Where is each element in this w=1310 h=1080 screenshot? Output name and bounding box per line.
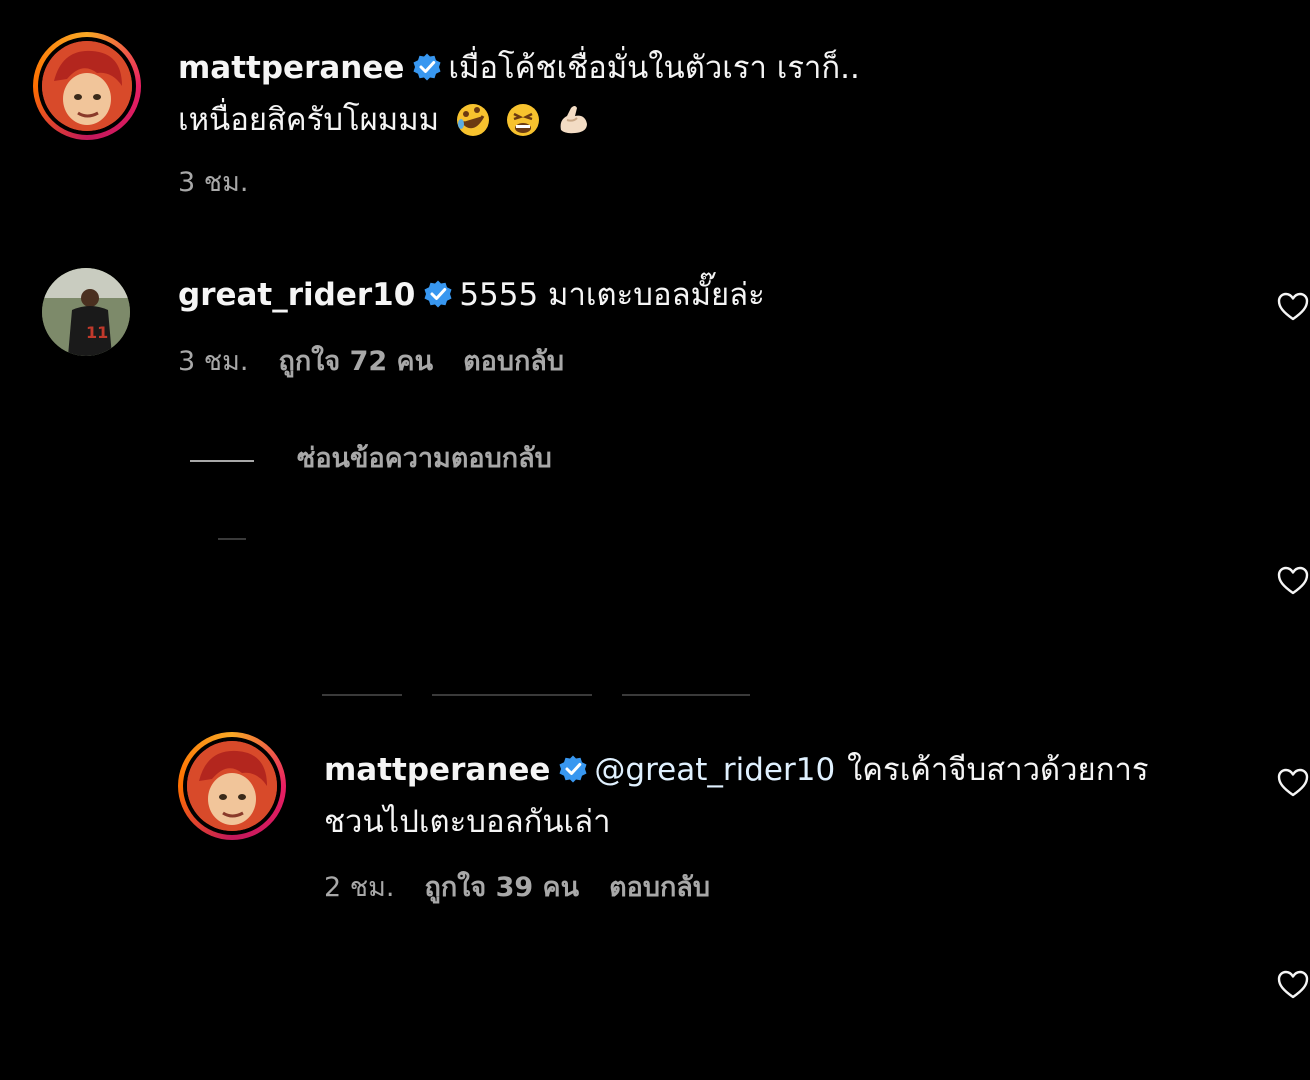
like-heart-icon[interactable] [1277, 566, 1309, 596]
comment-text-line1: mattperanee เมื่อโค้ชเชื่อมั่นในตัวเรา เร… [178, 48, 860, 88]
mention-link[interactable]: @great_rider10 [594, 752, 835, 788]
avatar [42, 41, 132, 131]
like-heart-icon[interactable] [1277, 768, 1309, 798]
reply-button[interactable]: ตอบกลับ [609, 872, 710, 903]
comment-meta: 3 ชม. [178, 166, 278, 200]
comment-text: great_rider10 5555 มาเตะบอลมั๊ยล่ะ [178, 275, 765, 315]
blank-reply-artifact [622, 694, 750, 696]
comment-great-rider10: 11 great_rider10 5555 มาเตะบอลมั๊ยล่ะ 3 ช… [0, 250, 1310, 400]
likes-count-link[interactable]: ถูกใจ 39 คน [424, 872, 579, 903]
like-heart-icon[interactable] [1277, 292, 1309, 322]
comment-time: 3 ชม. [178, 167, 249, 198]
comment-text-line2: เหนื่อยสิครับโผมมม [178, 100, 605, 140]
blank-reply-artifact [432, 694, 592, 696]
blank-reply-artifact [322, 694, 402, 696]
like-heart-icon[interactable] [1277, 970, 1309, 1000]
comment-time: 3 ชม. [178, 346, 249, 377]
username[interactable]: mattperanee [178, 50, 404, 86]
comment-mattperanee-top: mattperanee เมื่อโค้ชเชื่อมั่นในตัวเรา เร… [0, 0, 1310, 220]
svg-text:11: 11 [86, 323, 108, 342]
hide-replies-divider [190, 460, 254, 462]
comment-body-cont: เหนื่อยสิครับโผมมม [178, 102, 440, 138]
comment-body: 5555 มาเตะบอลมั๊ยล่ะ [459, 277, 765, 313]
comment-meta: 2 ชม. ถูกใจ 39 คน ตอบกลับ [324, 871, 740, 905]
tired-face-emoji [507, 104, 540, 136]
comment-time: 2 ชม. [324, 872, 395, 903]
verified-badge-icon [559, 755, 587, 783]
username[interactable]: mattperanee [324, 752, 550, 788]
verified-badge-icon [424, 280, 452, 308]
avatar [187, 741, 277, 831]
comment-text-line2: ชวนไปเตะบอลกันเล่า [324, 802, 611, 842]
comment-meta: 3 ชม. ถูกใจ 72 คน ตอบกลับ [178, 345, 594, 379]
verified-badge-icon [413, 53, 441, 81]
comment-mattperanee-reply: mattperanee @great_rider10 ใครเค้าจีบสาวด้… [0, 720, 1310, 920]
flexed-biceps-emoji [560, 106, 588, 134]
username[interactable]: great_rider10 [178, 277, 415, 313]
blank-reply-artifact [218, 538, 246, 540]
comment-body: ใครเค้าจีบสาวด้วยการ [847, 752, 1149, 788]
comment-text-line1: mattperanee @great_rider10 ใครเค้าจีบสาวด้… [324, 750, 1149, 790]
reply-button[interactable]: ตอบกลับ [463, 346, 564, 377]
rolling-on-floor-laughing-emoji [457, 104, 490, 136]
avatar[interactable]: 11 [42, 268, 130, 356]
hide-replies-button[interactable]: ซ่อนข้อความตอบกลับ [297, 442, 552, 476]
likes-count-link[interactable]: ถูกใจ 72 คน [278, 346, 433, 377]
avatar-story-ring[interactable] [33, 32, 141, 140]
avatar-story-ring[interactable] [178, 732, 286, 840]
comment-body: เมื่อโค้ชเชื่อมั่นในตัวเรา เราก็.. [448, 50, 860, 86]
comment-body-cont: ชวนไปเตะบอลกันเล่า [324, 804, 611, 840]
